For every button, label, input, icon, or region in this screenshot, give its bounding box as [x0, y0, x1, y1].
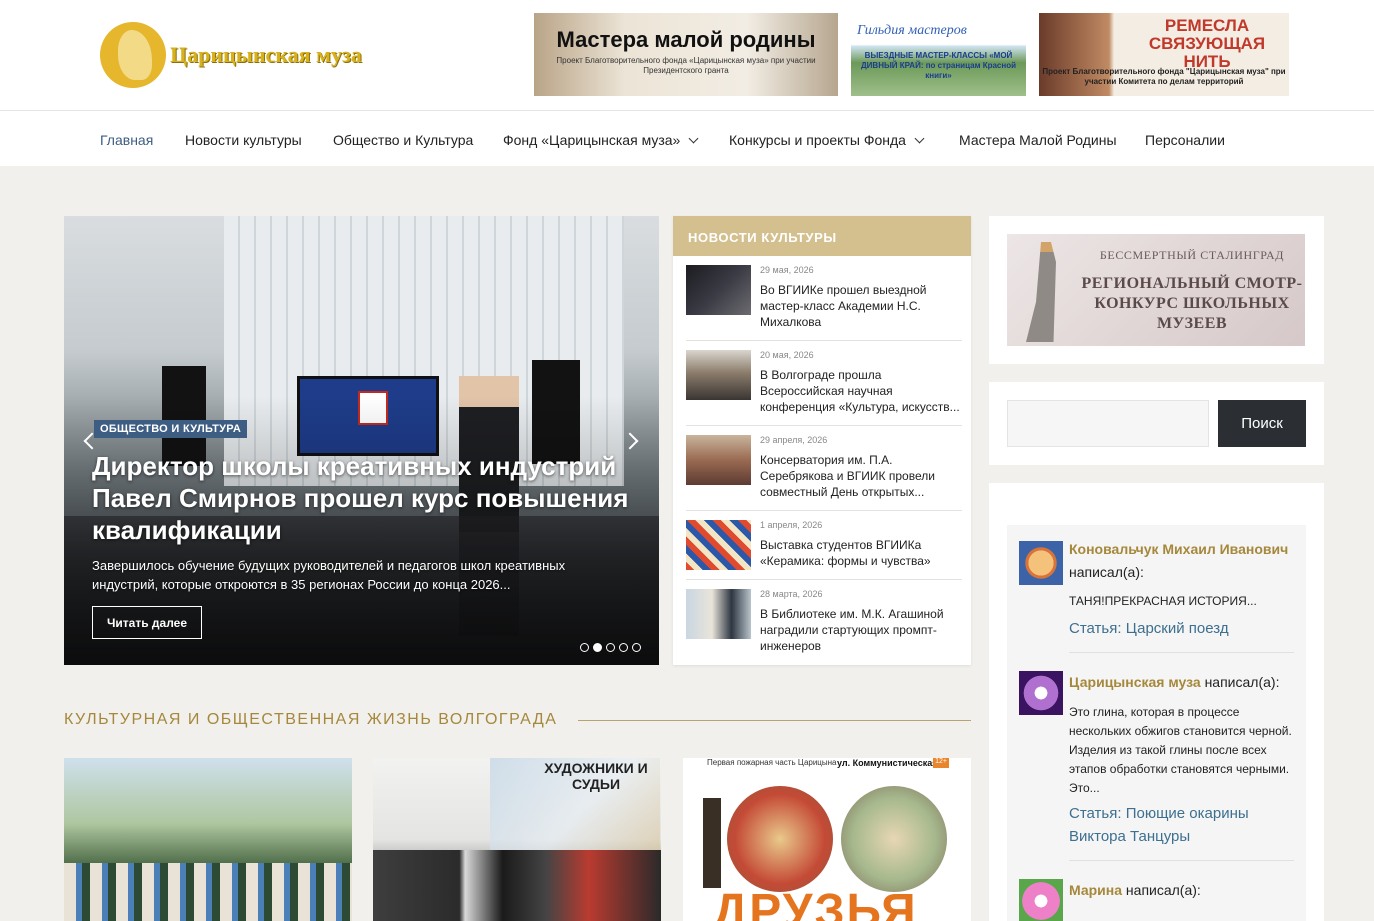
news-thumb: [686, 435, 751, 485]
slider-dot[interactable]: [580, 643, 589, 652]
news-thumb: [686, 520, 751, 570]
article-card[interactable]: [64, 758, 352, 921]
news-title: В Волгограде прошла Всероссийская научна…: [760, 368, 960, 414]
news-title: Выставка студентов ВГИИКа «Керамика: фор…: [760, 538, 931, 568]
avatar: [1019, 671, 1063, 715]
nav-persons[interactable]: Персоналии: [1145, 111, 1225, 166]
chevron-down-icon: [688, 133, 699, 144]
news-thumb: [686, 265, 751, 315]
nav-home[interactable]: Главная: [100, 111, 153, 166]
comment-wrote: написал(а):: [1204, 674, 1280, 690]
nav-fund[interactable]: Фонд «Царицынская муза»: [503, 111, 699, 166]
promo-line1: БЕССМЕРТНЫЙ СТАЛИНГРАД: [1099, 248, 1285, 262]
news-title: Консерватория им. П.А. Серебрякова и ВГИ…: [760, 453, 935, 499]
slider-dot[interactable]: [632, 643, 641, 652]
banner-guild[interactable]: Гильдия мастеров ВЫЕЗДНЫЕ МАСТЕР-КЛАССЫ …: [851, 13, 1026, 96]
nav-culture-news[interactable]: Новости культуры: [185, 111, 302, 166]
banner-guild-title: Гильдия мастеров: [857, 23, 967, 38]
news-item[interactable]: 1 апреля, 2026 Выставка студентов ВГИИКа…: [686, 520, 962, 580]
avatar: [1019, 879, 1063, 921]
slide-overlay: [64, 216, 659, 665]
nav-contests-label: Конкурсы и проекты Фонда: [729, 132, 906, 148]
promo-line2: РЕГИОНАЛЬНЫЙ СМОТР-КОНКУРС ШКОЛЬНЫХ МУЗЕ…: [1081, 275, 1303, 332]
slider-dots: [580, 643, 641, 652]
nav-fund-label: Фонд «Царицынская муза»: [503, 132, 681, 148]
poster-circle: [841, 786, 947, 892]
comment-article-link[interactable]: Статья: Царский поезд: [1069, 617, 1294, 640]
poster-circle: [727, 786, 833, 892]
comment-author[interactable]: Коновальчук Михаил Иванович: [1069, 541, 1288, 557]
recent-comments: Коновальчук Михаил Иванович написал(а): …: [1007, 525, 1306, 921]
card-people: [373, 850, 661, 921]
statue-icon: [1026, 242, 1056, 342]
comment-author-line: Коновальчук Михаил Иванович написал(а):: [1069, 538, 1294, 584]
news-heading: НОВОСТИ КУЛЬТУРЫ: [673, 216, 971, 256]
banner-masters-subtitle: Проект Благотворительного фонда «Царицын…: [556, 56, 816, 75]
poster-big-text: ДРУЗЬЯ: [713, 885, 918, 921]
banner-masters-title: Мастера малой родины: [556, 27, 816, 52]
main-nav: Главная Новости культуры Общество и Куль…: [0, 111, 1374, 166]
site-logo[interactable]: Царицынская муза: [100, 20, 390, 90]
angel-logo-icon: [100, 22, 166, 88]
avatar: [1019, 541, 1063, 585]
slide-category-badge[interactable]: ОБЩЕСТВО И КУЛЬТУРА: [94, 420, 248, 438]
comment-wrote: написал(а):: [1125, 882, 1201, 898]
slider-dot[interactable]: [606, 643, 615, 652]
comment-divider: [1069, 652, 1294, 653]
read-more-button[interactable]: Читать далее: [92, 606, 202, 639]
news-date: 29 апреля, 2026: [760, 435, 828, 445]
logo-text: Царицынская муза: [170, 42, 362, 67]
news-item[interactable]: 28 марта, 2026 В Библиотеке им. М.К. Ага…: [686, 589, 962, 663]
comment-author-line: Царицынская муза написал(а):: [1069, 671, 1294, 694]
comment-author-line: Марина написал(а):: [1069, 879, 1294, 902]
comment-article-link[interactable]: Статья: Поющие окарины Виктора Танцуры: [1069, 802, 1294, 848]
banner-masters[interactable]: Мастера малой родины Проект Благотворите…: [534, 13, 838, 96]
news-item[interactable]: 29 апреля, 2026 Консерватория им. П.А. С…: [686, 435, 962, 511]
news-title: В Библиотеке им. М.К. Агашиной наградили…: [760, 607, 944, 653]
article-card[interactable]: Первая пожарная часть Царицына ул. Комму…: [683, 758, 971, 921]
comment-wrote: написал(а):: [1069, 564, 1144, 580]
featured-slider: ОБЩЕСТВО И КУЛЬТУРА Директор школы креат…: [64, 216, 659, 665]
banner-crafts[interactable]: РЕМЕСЛА СВЯЗУЮЩАЯ НИТЬ Проект Благотвори…: [1039, 13, 1289, 96]
poster-top-left: Первая пожарная часть Царицына: [707, 758, 837, 767]
banner-crafts-subtitle: Проект Благотворительного фонда "Царицын…: [1042, 67, 1286, 86]
poster-top-right: ул. Коммунистическая, 5: [837, 758, 948, 768]
comment-divider: [1069, 860, 1294, 861]
news-item[interactable]: 29 мая, 2026 Во ВГИИКе прошел выездной м…: [686, 265, 962, 341]
news-date: 20 мая, 2026: [760, 350, 814, 360]
promo-banner[interactable]: БЕССМЕРТНЫЙ СТАЛИНГРАД РЕГИОНАЛЬНЫЙ СМОТ…: [1007, 234, 1305, 346]
card-poster-text: ХУДОЖНИКИ И СУДЬИ: [544, 760, 648, 792]
article-card[interactable]: ХУДОЖНИКИ И СУДЬИ: [373, 758, 661, 921]
slider-dot[interactable]: [619, 643, 628, 652]
search-button[interactable]: Поиск: [1218, 400, 1306, 447]
slider-dot-active[interactable]: [593, 643, 602, 652]
search-input[interactable]: [1007, 400, 1209, 447]
poster-digit: [703, 798, 721, 888]
news-title: Во ВГИИКе прошел выездной мастер-класс А…: [760, 283, 927, 329]
comment-text: Это глина, которая в процессе нескольких…: [1069, 705, 1292, 795]
banner-guild-subtitle: ВЫЕЗДНЫЕ МАСТЕР-КЛАССЫ «МОЙ ДИВНЫЙ КРАЙ:…: [860, 51, 1017, 80]
news-date: 1 апреля, 2026: [760, 520, 823, 530]
slide-excerpt: Завершилось обучение будущих руководител…: [92, 558, 566, 592]
age-badge: 12+: [933, 758, 949, 768]
nav-contests[interactable]: Конкурсы и проекты Фонда: [729, 111, 925, 166]
comment-text: ТАНЯ!ПРЕКРАСНАЯ ИСТОРИЯ...: [1069, 594, 1257, 608]
site-header: Царицынская муза Мастера малой родины Пр…: [0, 0, 1374, 111]
nav-masters[interactable]: Мастера Малой Родины: [959, 111, 1117, 166]
comment-author[interactable]: Марина: [1069, 882, 1122, 898]
section-divider: [578, 720, 971, 721]
slide-title[interactable]: Директор школы креативных индустрий Паве…: [92, 450, 632, 546]
news-date: 28 марта, 2026: [760, 589, 823, 599]
news-item[interactable]: 20 мая, 2026 В Волгограде прошла Всеросс…: [686, 350, 962, 426]
chevron-down-icon: [914, 133, 925, 144]
news-thumb: [686, 589, 751, 639]
news-thumb: [686, 350, 751, 400]
nav-society-culture[interactable]: Общество и Культура: [333, 111, 473, 166]
banner-crafts-title: РЕМЕСЛА СВЯЗУЮЩАЯ НИТЬ: [1148, 16, 1266, 71]
section-title: КУЛЬТУРНАЯ И ОБЩЕСТВЕННАЯ ЖИЗНЬ ВОЛГОГРА…: [64, 711, 558, 728]
comment-author[interactable]: Царицынская муза: [1069, 674, 1201, 690]
culture-news-widget: НОВОСТИ КУЛЬТУРЫ 29 мая, 2026 Во ВГИИКе …: [673, 216, 971, 665]
news-date: 29 мая, 2026: [760, 265, 814, 275]
